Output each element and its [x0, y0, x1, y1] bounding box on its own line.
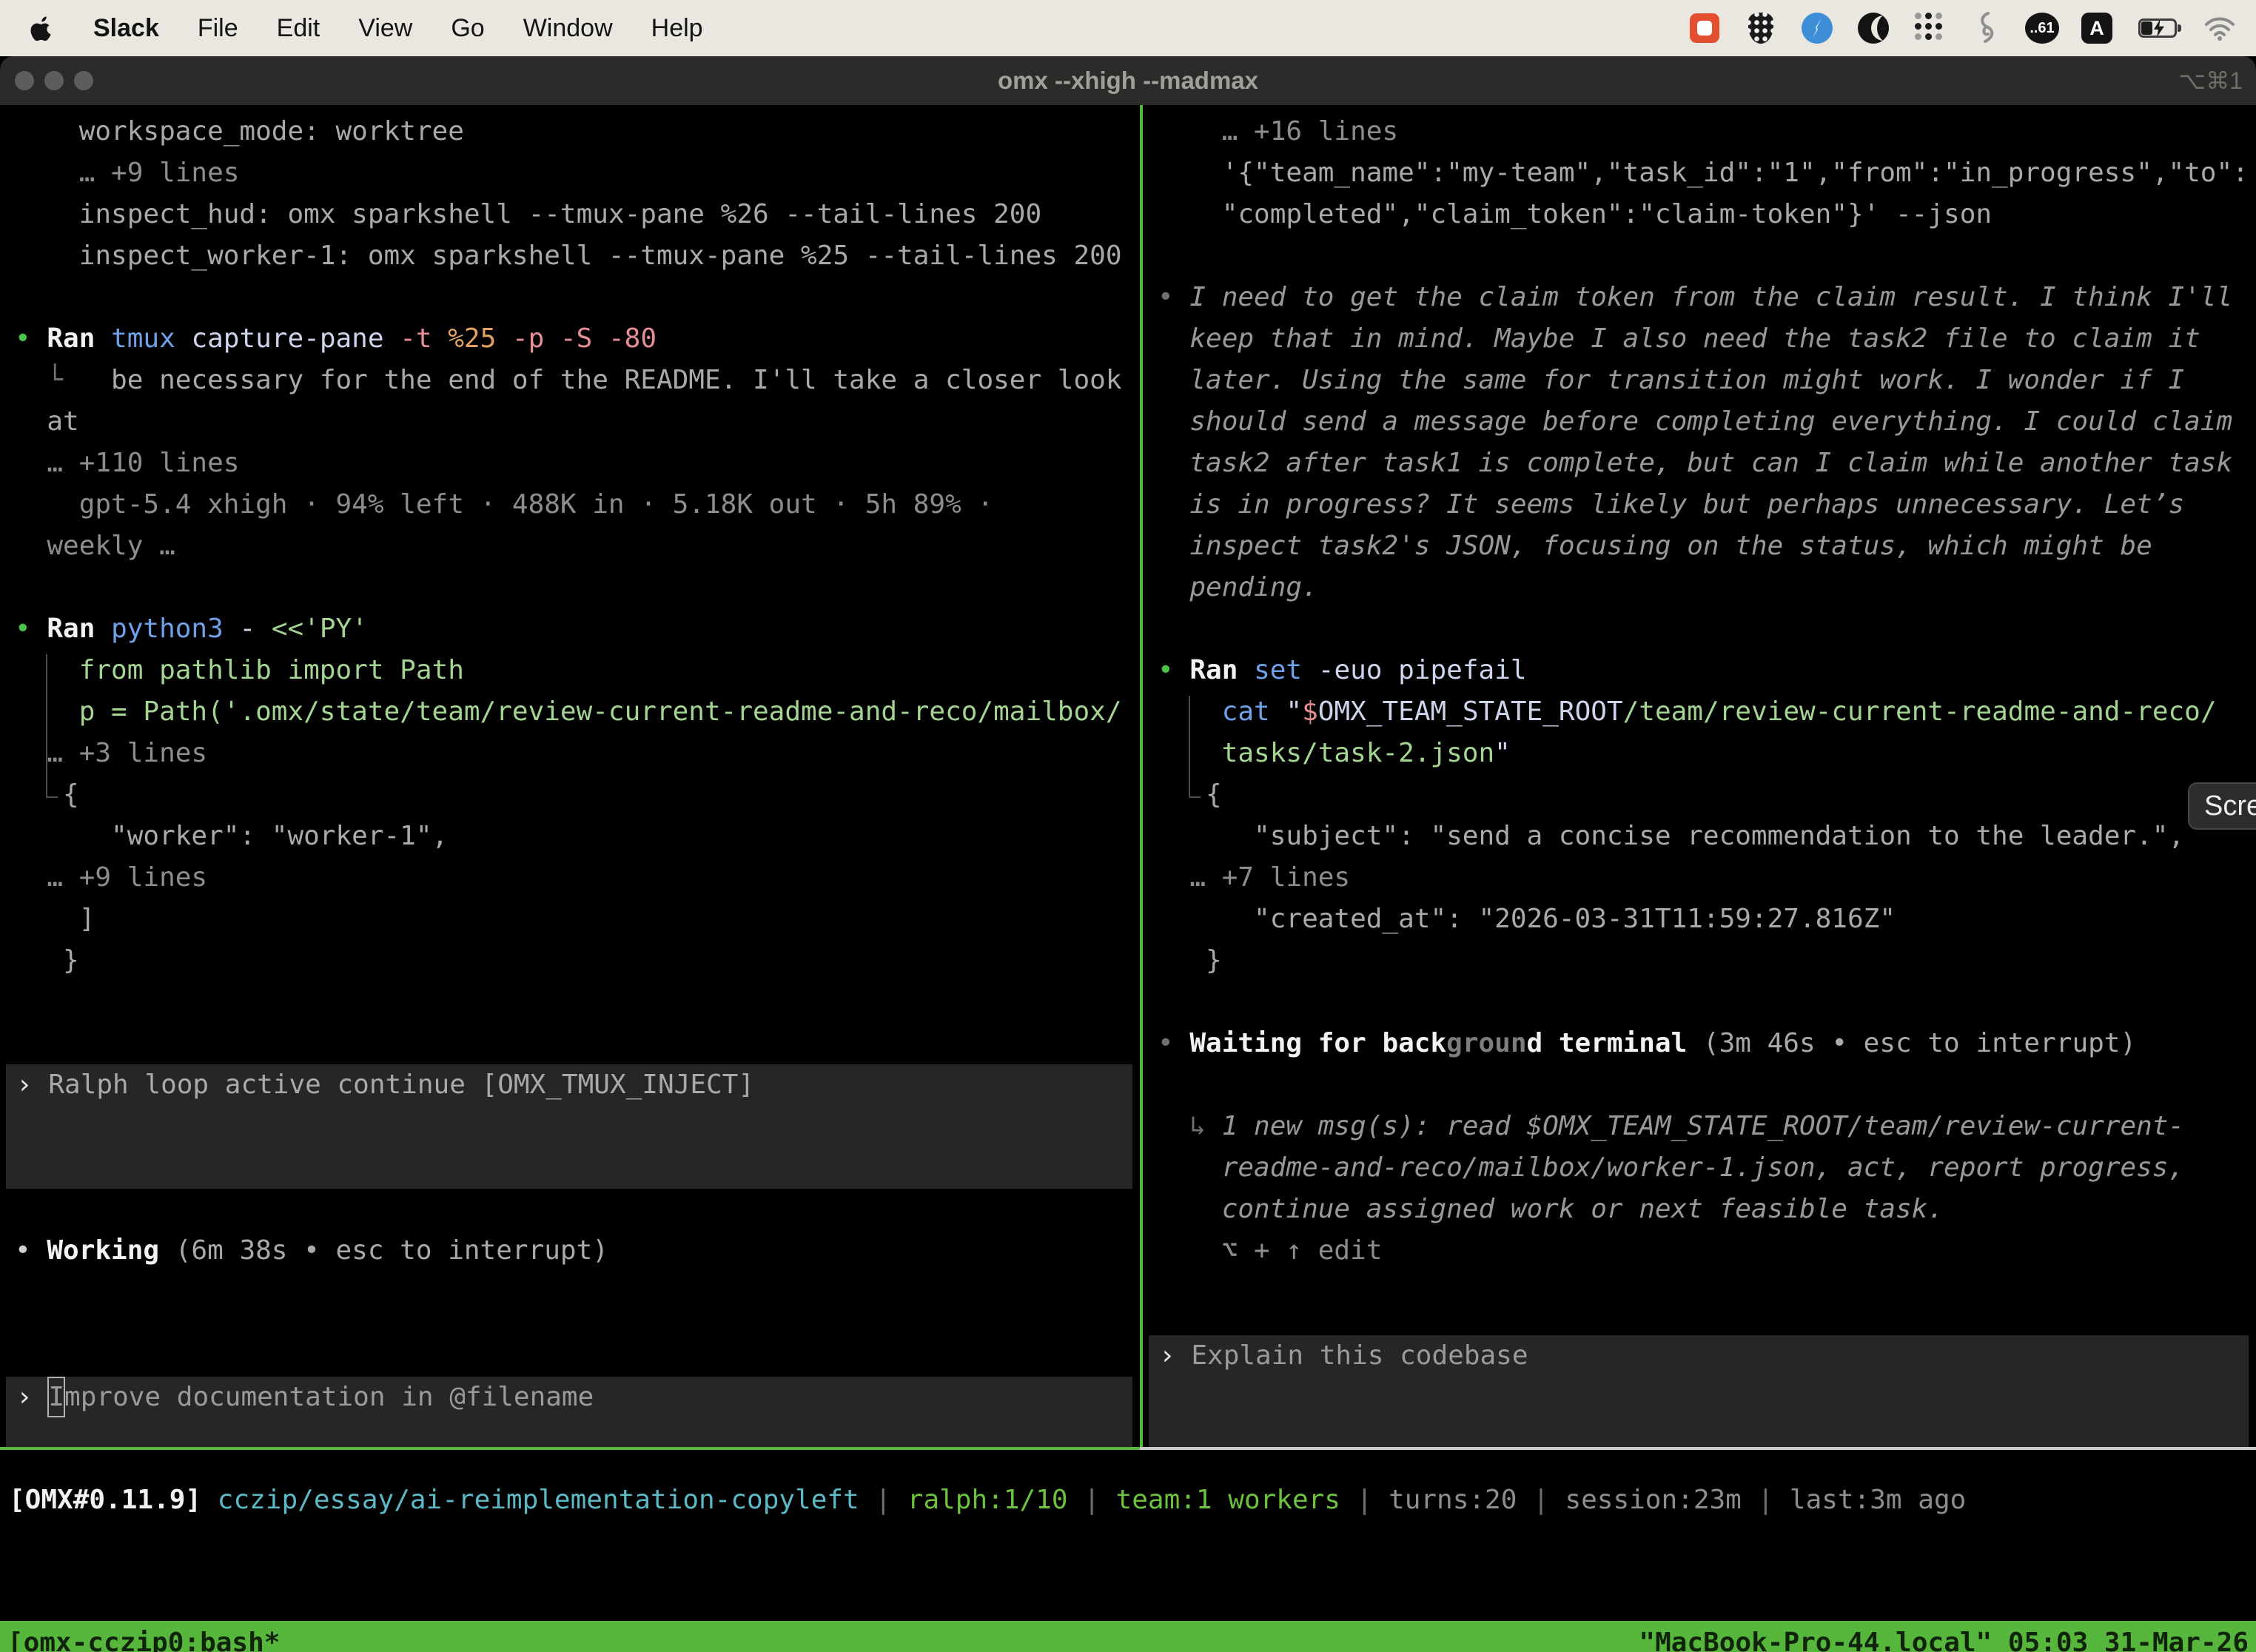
terminal-line: • Waiting for background terminal (3m 46…: [1143, 1023, 2256, 1064]
terminal-line: weekly …: [0, 526, 1140, 567]
terminal-line: }: [0, 940, 1140, 981]
terminal-gap: [1143, 981, 2256, 1023]
terminal-line: inspect_worker-1: omx sparkshell --tmux-…: [0, 235, 1140, 277]
terminal-line: '{"team_name":"my-team","task_id":"1","f…: [1143, 152, 2256, 194]
terminal-line: • Working (6m 38s • esc to interrupt): [0, 1230, 1140, 1272]
omx-status-line: [OMX#0.11.9] cczip/essay/ai-reimplementa…: [0, 1480, 2256, 1521]
omx-hud-pane: [OMX#0.11.9] cczip/essay/ai-reimplementa…: [0, 1480, 2256, 1621]
terminal-line: "worker": "worker-1",: [0, 816, 1140, 857]
terminal-line: inspect_hud: omx sparkshell --tmux-pane …: [0, 194, 1140, 235]
tmux-status-bar: [omx-cczip0:bash* "MacBook-Pro-44.local"…: [0, 1621, 2256, 1652]
menu-item-edit[interactable]: Edit: [277, 14, 320, 43]
terminal-line: "completed","claim_token":"claim-token"}…: [1143, 194, 2256, 235]
window-title-bar[interactable]: omx --xhigh --madmax ⌥⌘1: [0, 56, 2256, 105]
squiggle-icon[interactable]: [1969, 11, 2003, 45]
right-terminal-pane[interactable]: … +16 lines '{"team_name":"my-team","tas…: [1143, 105, 2256, 1447]
terminal-line: workspace_mode: worktree: [0, 111, 1140, 152]
terminal-gap: [1143, 1064, 2256, 1106]
terminal-gap: [1143, 608, 2256, 650]
inactive-pane-border: [1140, 1447, 2256, 1450]
terminal-line: }: [1143, 940, 2256, 981]
terminal-line: • I need to get the claim token from the…: [1143, 277, 2256, 318]
prompt-input-band[interactable]: › Explain this codebase: [1149, 1335, 2249, 1447]
indent-guide: [46, 654, 47, 796]
chat-icon[interactable]: [1688, 11, 1722, 45]
terminal-gap: [0, 1272, 1140, 1335]
terminal-line: ]: [0, 899, 1140, 940]
indent-guide: [1189, 696, 1190, 796]
shield-icon[interactable]: [1744, 11, 1778, 45]
terminal-line: … +110 lines: [0, 443, 1140, 484]
terminal-line: … +3 lines: [0, 733, 1140, 774]
terminal-line: inspect task2's JSON, focusing on the st…: [1143, 526, 2256, 567]
navigation-icon[interactable]: [1800, 11, 1834, 45]
moon-icon[interactable]: [1856, 11, 1890, 45]
terminal-line: later. Using the same for transition mig…: [1143, 360, 2256, 401]
terminal-gap: [0, 567, 1140, 608]
apple-menu-icon[interactable]: [30, 13, 55, 43]
badge-61-icon[interactable]: ..61: [2025, 13, 2059, 44]
screenshot-tooltip-label: Scre: [2204, 790, 2256, 822]
letter-a-icon[interactable]: A: [2081, 13, 2112, 44]
pane-bottom-borders: [0, 1447, 2256, 1450]
terminal-gap: [0, 981, 1140, 1023]
terminal-line: task2 after task1 is complete, but can I…: [1143, 443, 2256, 484]
menu-item-file[interactable]: File: [198, 14, 238, 43]
active-pane-border: [0, 1447, 1140, 1450]
terminal-line: … +9 lines: [0, 857, 1140, 899]
dots-grid-icon[interactable]: [1913, 11, 1947, 45]
tmux-session-label: [omx-cczip0:bash*: [7, 1628, 280, 1652]
terminal-line: continue assigned work or next feasible …: [1143, 1189, 2256, 1230]
menu-item-go[interactable]: Go: [451, 14, 484, 43]
terminal-line: └ be necessary for the end of the README…: [0, 360, 1140, 401]
prompt-input-band[interactable]: › Ralph loop active continue [OMX_TMUX_I…: [6, 1064, 1132, 1189]
terminal-line: "subject": "send a concise recommendatio…: [1143, 816, 2256, 857]
tmux-host-clock: "MacBook-Pro-44.local" 05:03 31-Mar-26: [1639, 1628, 2249, 1652]
terminal-line: readme-and-reco/mailbox/worker-1.json, a…: [1143, 1147, 2256, 1189]
terminal-line: … +7 lines: [1143, 857, 2256, 899]
menu-item-help[interactable]: Help: [651, 14, 703, 43]
terminal-gap: [1143, 1272, 2256, 1294]
terminal-line: • Ran set -euo pipefail: [1143, 650, 2256, 691]
terminal-line: {: [0, 774, 1140, 816]
terminal-line: pending.: [1143, 567, 2256, 608]
terminal-line: ↳ 1 new msg(s): read $OMX_TEAM_STATE_ROO…: [1143, 1106, 2256, 1147]
terminal-gap: [0, 1189, 1140, 1230]
terminal-line: … +16 lines: [1143, 111, 2256, 152]
terminal-line: keep that in mind. Maybe I also need the…: [1143, 318, 2256, 360]
prompt-input-band[interactable]: › Improve documentation in @filename: [6, 1377, 1132, 1447]
menu-item-view[interactable]: View: [358, 14, 412, 43]
indent-guide-corner: [1189, 796, 1201, 798]
terminal-gap: [0, 277, 1140, 318]
terminal-line: from pathlib import Path: [0, 650, 1140, 691]
terminal-window: omx --xhigh --madmax ⌥⌘1 workspace_mode:…: [0, 56, 2256, 1652]
terminal-line: "created_at": "2026-03-31T11:59:27.816Z": [1143, 899, 2256, 940]
terminal-line: tasks/task-2.json": [1143, 733, 2256, 774]
terminal-line: {: [1143, 774, 2256, 816]
terminal-gap: [1143, 235, 2256, 277]
screenshot-tooltip: Scre: [2188, 782, 2256, 830]
terminal-line: • Ran tmux capture-pane -t %25 -p -S -80: [0, 318, 1140, 360]
terminal-line: at: [0, 401, 1140, 443]
terminal-line: should send a message before completing …: [1143, 401, 2256, 443]
wifi-icon[interactable]: [2203, 11, 2237, 45]
window-title: omx --xhigh --madmax: [0, 67, 2256, 95]
terminal-line: • Ran python3 - <<'PY': [0, 608, 1140, 650]
indent-guide-corner: [46, 796, 58, 798]
terminal-line: cat "$OMX_TEAM_STATE_ROOT/team/review-cu…: [1143, 691, 2256, 733]
macos-menu-bar: Slack File Edit View Go Window Help ..61…: [0, 0, 2256, 56]
terminal-line: gpt-5.4 xhigh · 94% left · 488K in · 5.1…: [0, 484, 1140, 526]
terminal-line: … +9 lines: [0, 152, 1140, 194]
terminal-line: ⌥ + ↑ edit: [1143, 1230, 2256, 1272]
battery-charging-icon[interactable]: [2135, 11, 2181, 45]
terminal-line: is in progress? It seems likely but perh…: [1143, 484, 2256, 526]
menu-item-window[interactable]: Window: [523, 14, 613, 43]
terminal-line: p = Path('.omx/state/team/review-current…: [0, 691, 1140, 733]
menu-item-slack[interactable]: Slack: [93, 14, 159, 43]
left-terminal-pane[interactable]: workspace_mode: worktree … +9 lines insp…: [0, 105, 1140, 1447]
